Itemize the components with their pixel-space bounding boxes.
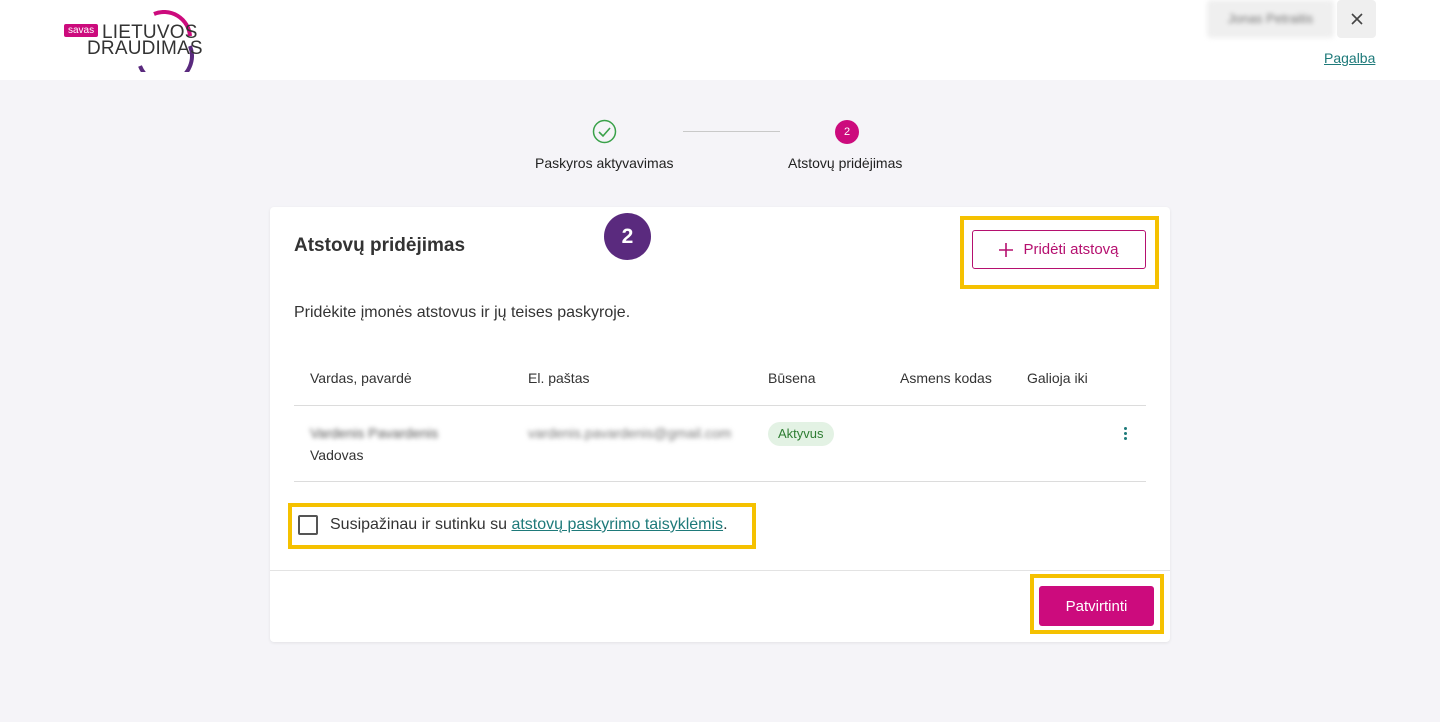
close-icon [1350,13,1363,25]
agreement-checkbox[interactable] [298,515,318,535]
card-intro-text: Pridėkite įmonės atstovus ir jų teises p… [294,304,631,321]
close-button[interactable] [1337,0,1376,38]
column-header-valid-until: Galioja iki [1027,370,1088,386]
row-more-menu-icon[interactable] [1118,425,1132,445]
representatives-card: Atstovų pridėjimas 2 Pridėti atstovą Pri… [270,207,1170,642]
plus-icon [999,242,1014,257]
column-header-status: Būsena [768,370,816,386]
agreement-text: Susipažinau ir sutinku su atstovų paskyr… [330,516,728,534]
stepper-connector [683,131,780,132]
logo-line-2: DRAUDIMAS [87,38,203,59]
card-title: Atstovų pridėjimas [294,235,466,256]
confirm-button[interactable]: Patvirtinti [1039,586,1154,626]
step-done-check-icon [592,119,617,144]
step-label-add-representatives: Atstovų pridėjimas [788,155,903,171]
agreement-prefix: Susipažinau ir sutinku su [330,516,507,533]
column-header-email: El. paštas [528,370,590,386]
top-bar: savas LIETUVOS DRAUDIMAS Jonas Petraitis… [0,0,1440,80]
step-label-account-activation: Paskyros aktyvavimas [535,155,674,171]
column-header-name: Vardas, pavardė [310,370,412,386]
agreement-row: Susipažinau ir sutinku su atstovų paskyr… [298,515,728,535]
table-divider [294,405,1146,406]
agreement-suffix: . [723,516,728,533]
representative-name: Vardenis Pavardenis [310,425,439,441]
representative-email: vardenis.pavardenis@gmail.com [528,425,732,441]
company-logo[interactable]: savas LIETUVOS DRAUDIMAS [62,10,203,72]
column-header-personal-code: Asmens kodas [900,370,992,386]
logo-tag: savas [64,24,99,37]
annotation-number-badge: 2 [604,213,651,260]
agreement-rules-link[interactable]: atstovų paskyrimo taisyklėmis [511,516,723,533]
user-menu[interactable]: Jonas Petraitis [1207,0,1334,38]
add-representative-button[interactable]: Pridėti atstovą [972,230,1146,269]
step-number-badge: 2 [835,120,859,144]
help-link[interactable]: Pagalba [1324,50,1375,66]
status-badge: Aktyvus [768,422,834,446]
representative-role: Vadovas [310,447,364,463]
add-representative-label: Pridėti atstovą [1023,241,1119,258]
card-footer-divider [270,570,1170,571]
table-divider [294,481,1146,482]
